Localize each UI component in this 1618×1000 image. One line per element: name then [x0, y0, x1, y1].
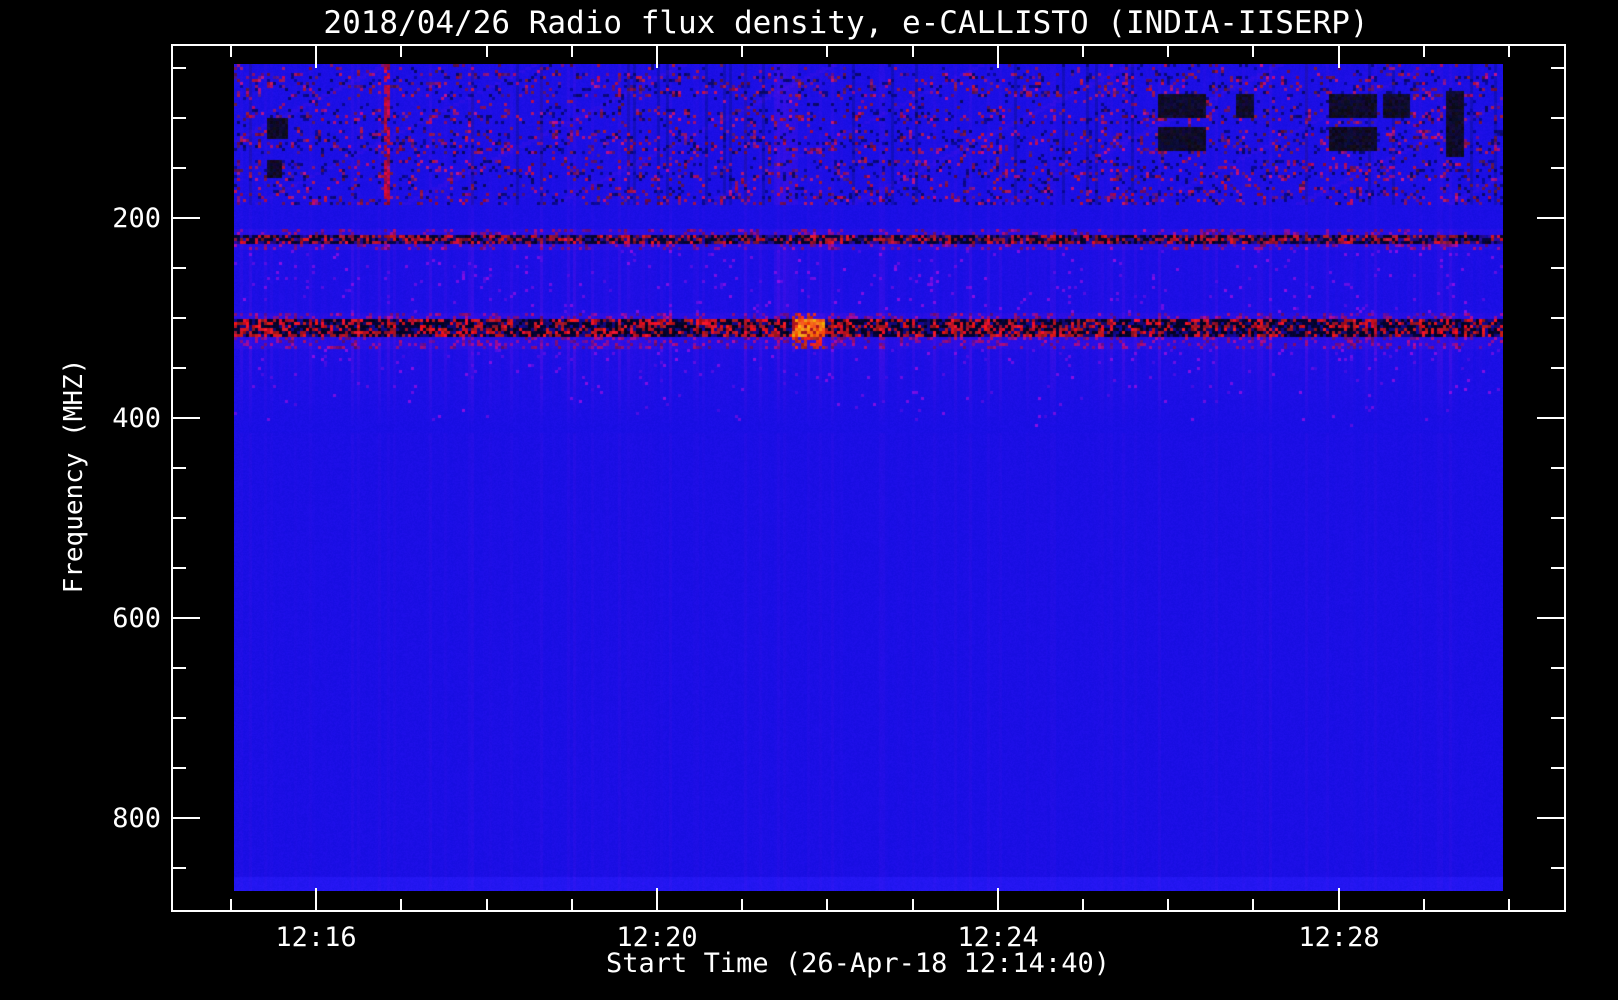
- y-minor-tick-right: [1551, 567, 1564, 569]
- x-minor-tick-top: [826, 46, 828, 57]
- y-major-tick-right: [1537, 217, 1564, 219]
- x-major-tick-top: [656, 46, 658, 68]
- y-major-tick: [173, 817, 200, 819]
- y-major-tick-right: [1537, 817, 1564, 819]
- y-minor-tick: [173, 467, 186, 469]
- y-minor-tick: [173, 517, 186, 519]
- x-minor-tick: [1508, 899, 1510, 910]
- y-minor-tick-right: [1551, 767, 1564, 769]
- chart-title: 2018/04/26 Radio flux density, e-CALLIST…: [323, 5, 1369, 41]
- y-minor-tick-right: [1551, 117, 1564, 119]
- x-major-tick: [656, 888, 658, 910]
- x-minor-tick-top: [1167, 46, 1169, 57]
- x-minor-tick-top: [571, 46, 573, 57]
- x-minor-tick: [400, 899, 402, 910]
- x-minor-tick-top: [230, 46, 232, 57]
- y-minor-tick-right: [1551, 367, 1564, 369]
- spectrogram-canvas: [234, 64, 1503, 891]
- x-major-tick: [1338, 888, 1340, 910]
- y-minor-tick-right: [1551, 67, 1564, 69]
- x-minor-tick: [571, 899, 573, 910]
- x-minor-tick: [1167, 899, 1169, 910]
- x-minor-tick-top: [1252, 46, 1254, 57]
- y-major-tick: [173, 217, 200, 219]
- y-minor-tick-right: [1551, 517, 1564, 519]
- y-minor-tick: [173, 767, 186, 769]
- y-tick-label: 800: [112, 803, 161, 834]
- y-minor-tick-right: [1551, 867, 1564, 869]
- y-minor-tick-right: [1551, 317, 1564, 319]
- y-minor-tick: [173, 867, 186, 869]
- x-minor-tick: [1252, 899, 1254, 910]
- x-minor-tick: [741, 899, 743, 910]
- y-major-tick: [173, 617, 200, 619]
- y-minor-tick-right: [1551, 667, 1564, 669]
- y-tick-label: 600: [112, 603, 161, 634]
- x-minor-tick-top: [1082, 46, 1084, 57]
- y-minor-tick: [173, 567, 186, 569]
- y-tick-label: 200: [112, 203, 161, 234]
- x-minor-tick-top: [400, 46, 402, 57]
- x-minor-tick-top: [741, 46, 743, 57]
- x-minor-tick-top: [912, 46, 914, 57]
- x-tick-label: 12:16: [275, 922, 357, 953]
- x-axis-title: Start Time (26-Apr-18 12:14:40): [606, 948, 1110, 979]
- y-minor-tick: [173, 667, 186, 669]
- x-tick-label: 12:28: [1298, 922, 1380, 953]
- y-major-tick-right: [1537, 417, 1564, 419]
- x-major-tick: [997, 888, 999, 910]
- y-axis-title: Frequency (MHZ): [59, 358, 89, 594]
- x-minor-tick: [1082, 899, 1084, 910]
- y-tick-label: 400: [112, 403, 161, 434]
- x-major-tick: [315, 888, 317, 910]
- y-minor-tick-right: [1551, 267, 1564, 269]
- y-major-tick: [173, 417, 200, 419]
- x-major-tick-top: [315, 46, 317, 68]
- y-minor-tick: [173, 717, 186, 719]
- x-minor-tick: [1423, 899, 1425, 910]
- x-minor-tick-top: [486, 46, 488, 57]
- x-minor-tick: [230, 899, 232, 910]
- x-minor-tick-top: [1508, 46, 1510, 57]
- y-minor-tick: [173, 167, 186, 169]
- y-major-tick-right: [1537, 617, 1564, 619]
- x-minor-tick-top: [1423, 46, 1425, 57]
- y-minor-tick-right: [1551, 167, 1564, 169]
- x-major-tick-top: [997, 46, 999, 68]
- y-minor-tick-right: [1551, 717, 1564, 719]
- x-minor-tick: [912, 899, 914, 910]
- x-major-tick-top: [1338, 46, 1340, 68]
- y-minor-tick: [173, 117, 186, 119]
- y-minor-tick: [173, 267, 186, 269]
- x-minor-tick: [486, 899, 488, 910]
- y-minor-tick-right: [1551, 467, 1564, 469]
- y-minor-tick: [173, 367, 186, 369]
- y-minor-tick: [173, 67, 186, 69]
- x-minor-tick: [826, 899, 828, 910]
- y-minor-tick: [173, 317, 186, 319]
- spectrogram-screenshot: 2018/04/26 Radio flux density, e-CALLIST…: [0, 0, 1618, 1000]
